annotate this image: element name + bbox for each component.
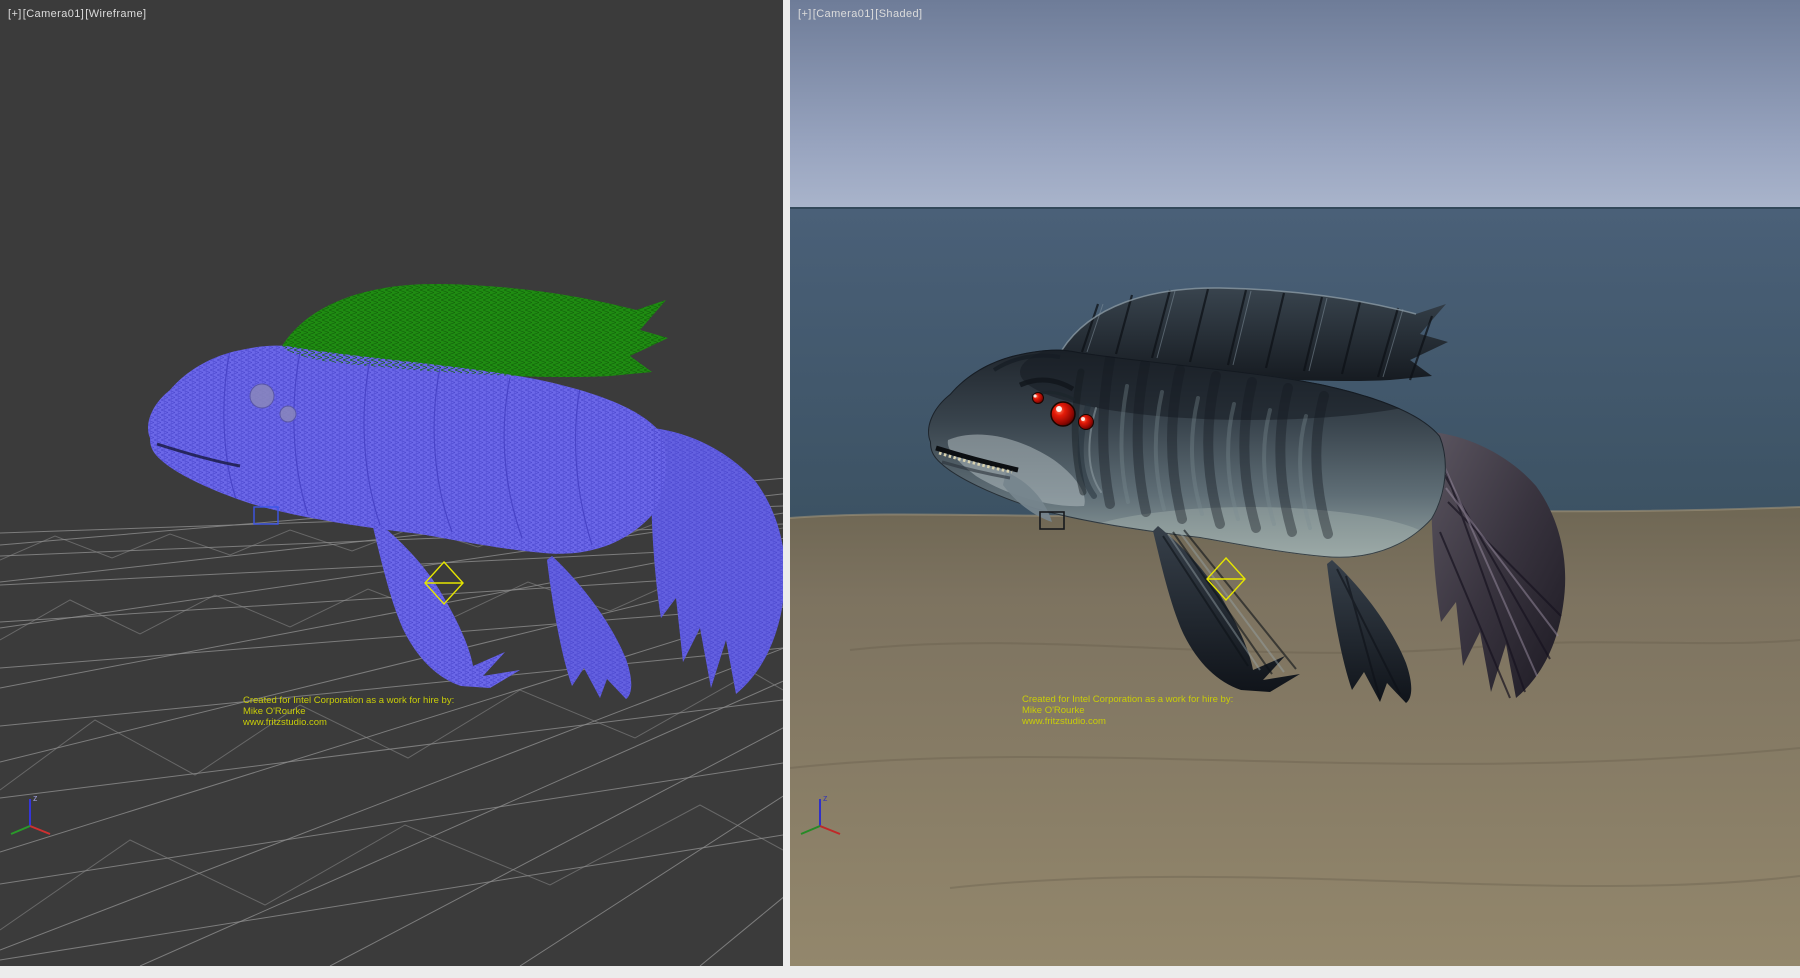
watermark-line-2: Mike O'Rourke — [1022, 705, 1233, 716]
sand — [790, 507, 1800, 966]
watermark: Created for Intel Corporation as a work … — [243, 695, 454, 728]
axis-tripod: z — [11, 793, 50, 834]
viewport-shaded[interactable]: z [+][Camera01][Shaded] Created for Inte… — [790, 0, 1800, 966]
eye-small — [1033, 393, 1044, 404]
viewport-shading-label[interactable]: [Shaded] — [875, 8, 922, 20]
watermark-line-1: Created for Intel Corporation as a work … — [243, 695, 454, 706]
axis-z-label: z — [823, 793, 828, 803]
sky — [790, 0, 1800, 208]
wireframe-mesh-overlay — [148, 284, 783, 699]
viewport-camera-label[interactable]: [Camera01] — [813, 8, 874, 20]
eye-medium — [1079, 415, 1094, 430]
watermark: Created for Intel Corporation as a work … — [1022, 694, 1233, 727]
viewport-menu-button[interactable]: [+] — [8, 8, 22, 20]
watermark-line-1: Created for Intel Corporation as a work … — [1022, 694, 1233, 705]
viewport-shading-label[interactable]: [Wireframe] — [85, 8, 146, 20]
viewport-wireframe[interactable]: z [+][Camera01][Wireframe] Created for I… — [0, 0, 783, 966]
fish-model[interactable] — [148, 284, 783, 699]
watermark-line-3: www.fritzstudio.com — [243, 717, 454, 728]
axis-z-label: z — [33, 793, 38, 803]
watermark-line-3: www.fritzstudio.com — [1022, 716, 1233, 727]
viewport-camera-label[interactable]: [Camera01] — [23, 8, 84, 20]
eye-large — [1051, 402, 1075, 426]
viewport-menu-button[interactable]: [+] — [798, 8, 812, 20]
viewport-label: [+][Camera01][Shaded] — [798, 8, 923, 20]
viewport-label: [+][Camera01][Wireframe] — [8, 8, 147, 20]
watermark-line-2: Mike O'Rourke — [243, 706, 454, 717]
